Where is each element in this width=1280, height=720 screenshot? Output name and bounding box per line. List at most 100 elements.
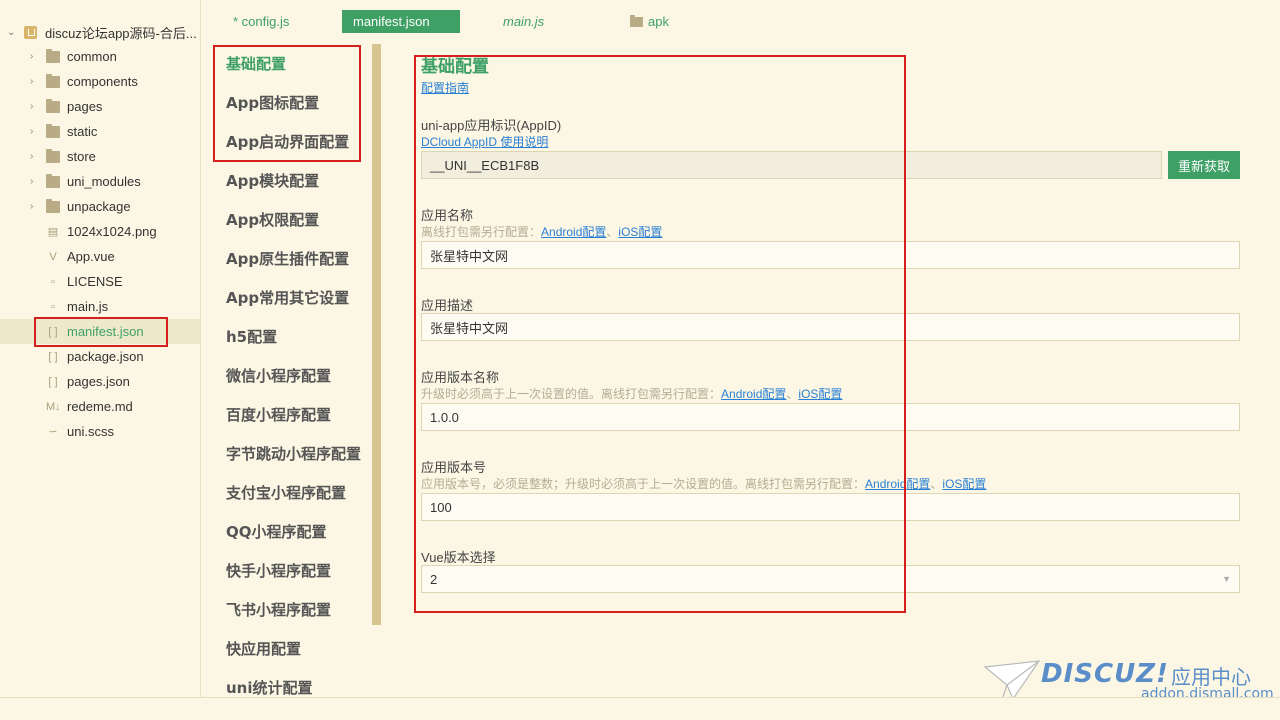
ios-config-link[interactable]: iOS配置 — [942, 477, 986, 491]
tree-item-unpackage[interactable]: › unpackage — [0, 194, 200, 219]
tab-config-js[interactable]: * config.js — [222, 10, 300, 33]
settings-nav-item-7[interactable]: h5配置 — [213, 317, 373, 356]
settings-nav-item-2[interactable]: App启动界面配置 — [213, 122, 373, 161]
settings-form: 基础配置 配置指南 uni-app应用标识(AppID) DCloud AppI… — [421, 52, 1241, 593]
tree-item-label: common — [67, 49, 117, 64]
vue-version-select[interactable]: 2 ▼ — [421, 565, 1240, 593]
settings-nav-item-12[interactable]: QQ小程序配置 — [213, 512, 373, 551]
settings-nav: 基础配置 App图标配置 App启动界面配置 App模块配置 App权限配置 App原生插… — [213, 44, 373, 707]
app-name-label: 应用名称 — [421, 208, 474, 223]
version-code-input[interactable] — [421, 493, 1240, 521]
chevron-right-icon[interactable]: › — [30, 126, 40, 137]
tree-item-uni-scss[interactable]: ∽ uni.scss — [0, 419, 200, 444]
app-name-input[interactable] — [421, 241, 1240, 269]
android-config-link[interactable]: Android配置 — [721, 387, 786, 401]
tree-item-common[interactable]: › common — [0, 44, 200, 69]
appid-field: __UNI__ECB1F8B — [421, 151, 1162, 179]
tree-item-uni-modules[interactable]: › uni_modules — [0, 169, 200, 194]
ios-config-link[interactable]: iOS配置 — [618, 225, 662, 239]
settings-nav-item-3[interactable]: App模块配置 — [213, 161, 373, 200]
settings-nav-item-13[interactable]: 快手小程序配置 — [213, 551, 373, 590]
refresh-appid-button[interactable]: 重新获取 — [1168, 151, 1240, 179]
app-desc-label: 应用描述 — [421, 298, 474, 313]
tab-main-js[interactable]: main.js — [492, 10, 555, 33]
tree-item-store[interactable]: › store — [0, 144, 200, 169]
file-tree: › common › components › pages › static › store › un… — [0, 44, 200, 444]
ios-config-link[interactable]: iOS配置 — [798, 387, 842, 401]
tree-item-label: unpackage — [67, 199, 131, 214]
settings-nav-item-9[interactable]: 百度小程序配置 — [213, 395, 373, 434]
folder-icon — [46, 198, 60, 213]
tree-item-components[interactable]: › components — [0, 69, 200, 94]
settings-nav-item-14[interactable]: 飞书小程序配置 — [213, 590, 373, 629]
folder-icon — [46, 148, 60, 163]
settings-nav-item-8[interactable]: 微信小程序配置 — [213, 356, 373, 395]
tab-apk[interactable]: apk — [619, 10, 680, 33]
project-root[interactable]: ⌄ discuz论坛app源码-合后... — [0, 21, 200, 43]
app-desc-input[interactable] — [421, 313, 1240, 341]
tree-item-label: components — [67, 74, 138, 89]
tree-item-label: main.js — [67, 299, 109, 314]
chevron-right-icon[interactable]: › — [30, 51, 40, 62]
settings-nav-item-6[interactable]: App常用其它设置 — [213, 278, 373, 317]
folder-icon — [46, 73, 60, 88]
android-config-link[interactable]: Android配置 — [865, 477, 930, 491]
markdown-file-icon: M↓ — [46, 400, 61, 413]
settings-nav-item-15[interactable]: 快应用配置 — [213, 629, 373, 668]
tree-item-label: package.json — [67, 349, 144, 364]
tree-item-package-json[interactable]: [ ] package.json — [0, 344, 200, 369]
tree-item-label: App.vue — [67, 249, 115, 264]
tree-item-label: uni.scss — [67, 424, 114, 439]
tree-item-static[interactable]: › static — [0, 119, 200, 144]
chevron-right-icon[interactable]: › — [30, 176, 40, 187]
folder-icon — [46, 173, 60, 188]
chevron-right-icon[interactable]: › — [30, 76, 40, 87]
settings-nav-item-10[interactable]: 字节跳动小程序配置 — [213, 434, 373, 473]
tree-item-label: LICENSE — [67, 274, 123, 289]
tree-item-license[interactable]: ▫ LICENSE — [0, 269, 200, 294]
chevron-right-icon[interactable]: › — [30, 151, 40, 162]
project-name: discuz论坛app源码-合后... — [45, 25, 197, 41]
tab-manifest-json[interactable]: manifest.json — [342, 10, 460, 33]
version-name-input[interactable] — [421, 403, 1240, 431]
android-config-link[interactable]: Android配置 — [541, 225, 606, 239]
settings-nav-item-5[interactable]: App原生插件配置 — [213, 239, 373, 278]
version-code-label: 应用版本号 — [421, 460, 487, 475]
config-guide-link[interactable]: 配置指南 — [421, 81, 469, 95]
tree-item-label: redeme.md — [67, 399, 133, 414]
version-name-hint: 升级时必须高于上一次设置的值。离线打包需另行配置： — [421, 387, 722, 401]
separator: 、 — [786, 387, 799, 401]
tree-item-manifest-json[interactable]: [ ] manifest.json — [0, 319, 200, 344]
tree-item-label: pages.json — [67, 374, 130, 389]
file-file-icon: ▫ — [51, 275, 55, 288]
tree-item-label: static — [67, 124, 98, 139]
tree-item-main-js[interactable]: ▫ main.js — [0, 294, 200, 319]
chevron-down-icon[interactable]: ⌄ — [7, 27, 19, 38]
settings-nav-item-1[interactable]: App图标配置 — [213, 83, 373, 122]
separator: 、 — [930, 477, 943, 491]
chevron-right-icon[interactable]: › — [30, 101, 40, 112]
folder-icon — [46, 98, 60, 113]
settings-nav-item-0[interactable]: 基础配置 — [213, 44, 373, 83]
tree-item-redeme-md[interactable]: M↓ redeme.md — [0, 394, 200, 419]
tree-item-app-vue[interactable]: V App.vue — [0, 244, 200, 269]
vue-file-icon: V — [49, 250, 57, 263]
version-code-hint: 应用版本号，必须是整数；升级时必须高于上一次设置的值。离线打包需另行配置： — [421, 477, 866, 491]
settings-nav-item-11[interactable]: 支付宝小程序配置 — [213, 473, 373, 512]
file-file-icon: ▫ — [51, 300, 55, 313]
appid-help-link[interactable]: DCloud AppID 使用说明 — [421, 135, 548, 149]
tree-item-pages-json[interactable]: [ ] pages.json — [0, 369, 200, 394]
project-icon — [24, 25, 37, 39]
json-file-icon: [ ] — [48, 325, 58, 338]
tree-item-pages[interactable]: › pages — [0, 94, 200, 119]
json-file-icon: [ ] — [48, 375, 58, 388]
folder-icon — [46, 48, 60, 63]
nav-scrollbar[interactable] — [372, 44, 381, 625]
appid-label: uni-app应用标识(AppID) — [421, 118, 562, 133]
tree-item-label: pages — [67, 99, 103, 114]
json-file-icon: [ ] — [48, 350, 58, 363]
tree-item-1024x1024-png[interactable]: ▤ 1024x1024.png — [0, 219, 200, 244]
chevron-down-icon: ▼ — [1222, 574, 1231, 584]
settings-nav-item-4[interactable]: App权限配置 — [213, 200, 373, 239]
chevron-right-icon[interactable]: › — [30, 201, 40, 212]
